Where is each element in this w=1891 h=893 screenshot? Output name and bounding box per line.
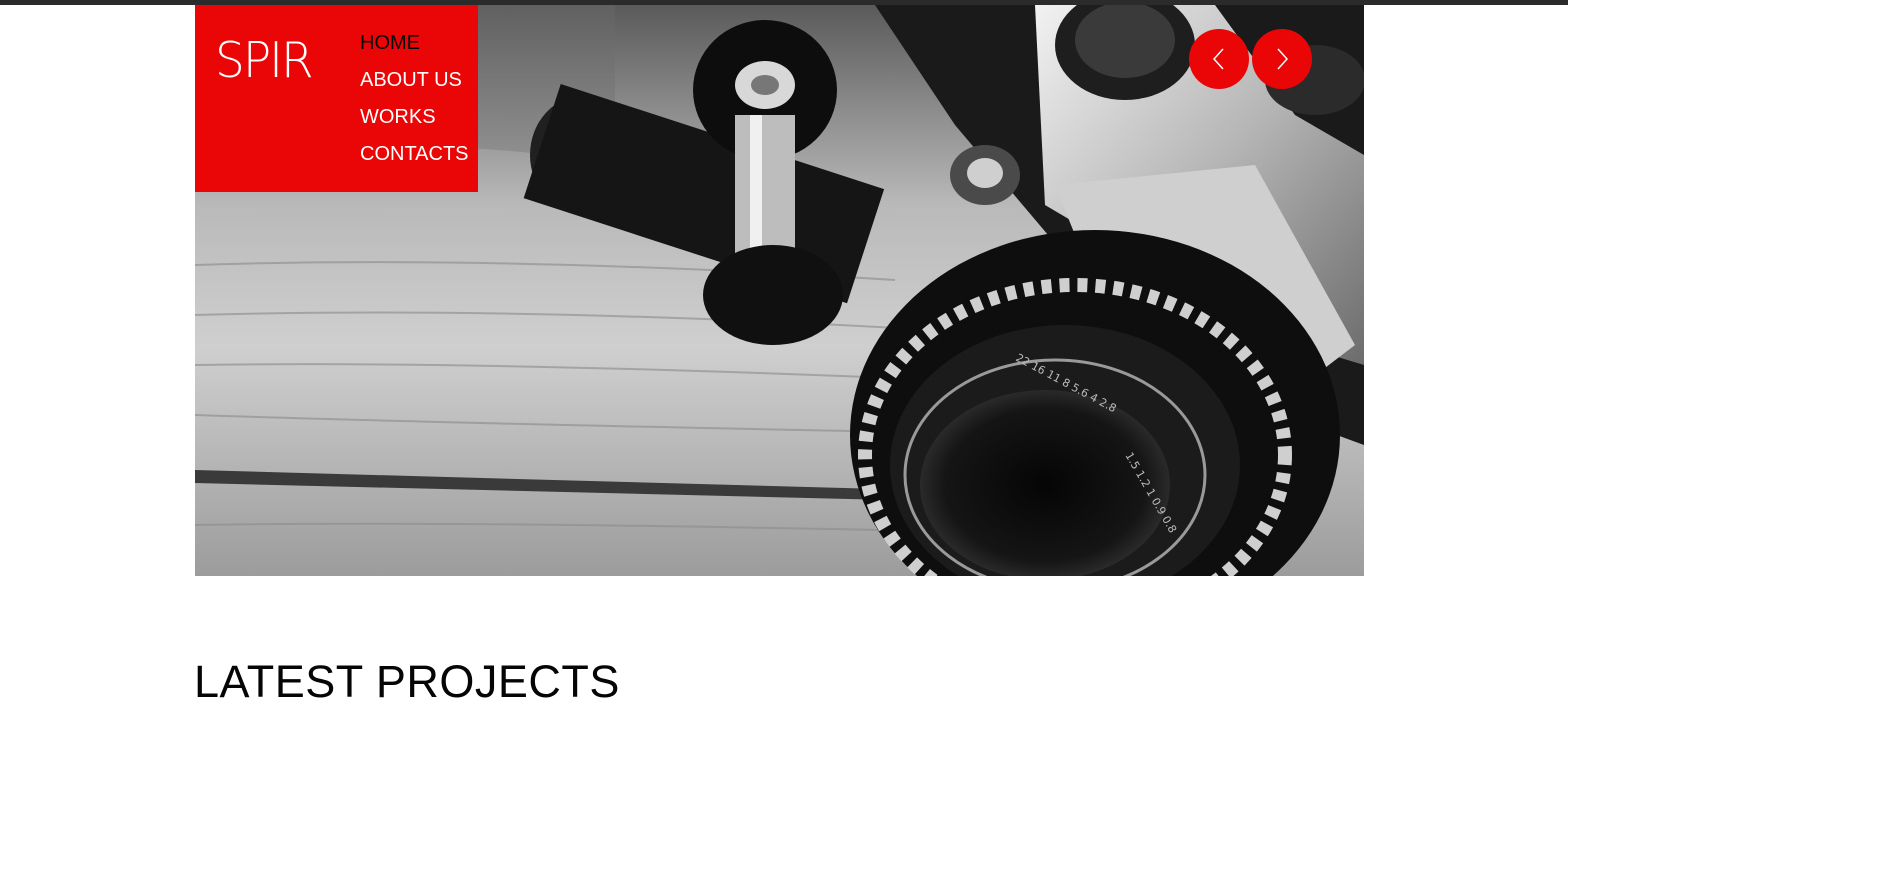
latest-projects-heading: LATEST PROJECTS bbox=[194, 656, 620, 707]
nav-panel: SPIR HOME ABOUT US WORKS CONTACTS bbox=[195, 5, 478, 192]
main-menu: HOME ABOUT US WORKS CONTACTS bbox=[360, 31, 469, 179]
chevron-left-icon bbox=[1212, 48, 1224, 70]
site-logo[interactable]: SPIR bbox=[215, 32, 314, 90]
page-scrollbar[interactable] bbox=[1563, 5, 1568, 741]
menu-item-about-us[interactable]: ABOUT US bbox=[360, 68, 469, 105]
slider-next-button[interactable] bbox=[1252, 29, 1312, 89]
menu-item-works[interactable]: WORKS bbox=[360, 105, 469, 142]
menu-item-contacts[interactable]: CONTACTS bbox=[360, 142, 469, 179]
menu-item-home[interactable]: HOME bbox=[360, 31, 469, 68]
chevron-right-icon bbox=[1277, 48, 1289, 70]
slider-prev-button[interactable] bbox=[1189, 29, 1249, 89]
